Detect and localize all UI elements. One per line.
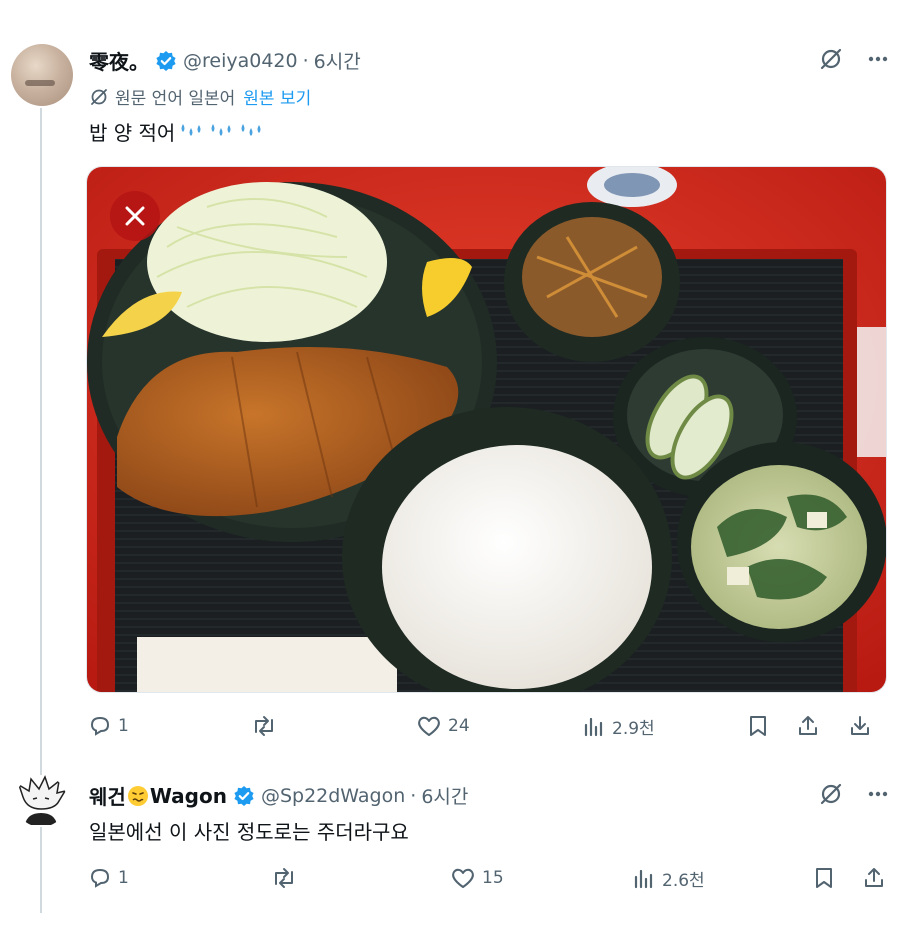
timestamp[interactable]: 6시간	[314, 47, 361, 74]
close-icon	[124, 205, 146, 227]
tweet-top-actions	[818, 46, 890, 72]
view-count: 2.9천	[612, 719, 655, 739]
views-button[interactable]: 2.9천	[582, 714, 655, 739]
grok-icon[interactable]	[818, 781, 844, 807]
translate-icon	[89, 87, 109, 107]
reply-count: 1	[118, 716, 129, 736]
translation-notice: 원문 언어 일본어 원본 보기	[89, 84, 311, 109]
tweet-top-actions	[818, 781, 890, 807]
tweet-body: 일본에선 이 사진 정도로는 주더라구요	[89, 820, 409, 844]
confounded-face-emoji-icon	[127, 785, 149, 807]
bookmark-icon	[812, 866, 836, 890]
tweet-text: 밥 양 적어	[89, 117, 267, 146]
handle[interactable]: @reiya0420	[183, 50, 298, 72]
share-icon	[796, 714, 820, 738]
verified-badge-icon	[155, 50, 177, 72]
like-button[interactable]: 15	[450, 866, 504, 890]
retweet-icon	[250, 714, 278, 738]
close-media-button[interactable]	[110, 191, 160, 241]
share-icon	[862, 866, 886, 890]
display-name-suffix[interactable]: Wagon	[150, 784, 227, 808]
views-button[interactable]: 2.6천	[632, 866, 705, 891]
more-options-icon[interactable]	[866, 782, 890, 806]
display-name-prefix[interactable]: 웨건	[89, 781, 126, 810]
bookmark-button[interactable]	[746, 714, 770, 738]
reply-count: 1	[118, 868, 129, 888]
tweet-media-photo[interactable]	[86, 166, 887, 693]
reply-icon	[88, 714, 112, 738]
share-button[interactable]	[796, 714, 820, 738]
retweet-icon	[270, 866, 298, 890]
analytics-icon	[632, 867, 656, 891]
tweet-header: 웨건 Wagon @Sp22dWagon · 6시간	[89, 781, 468, 810]
reply-button[interactable]: 1	[88, 714, 129, 738]
like-button[interactable]: 24	[416, 714, 470, 738]
separator: ·	[302, 49, 309, 72]
more-options-icon[interactable]	[866, 47, 890, 71]
avatar[interactable]	[15, 775, 67, 827]
heart-icon	[450, 866, 476, 890]
reply-button[interactable]: 1	[88, 866, 129, 890]
bookmark-icon	[746, 714, 770, 738]
view-count: 2.6천	[662, 871, 705, 891]
download-button[interactable]	[848, 714, 872, 738]
verified-badge-icon	[233, 785, 255, 807]
analytics-icon	[582, 715, 606, 739]
like-count: 15	[482, 868, 504, 888]
display-name[interactable]: 零夜。	[89, 46, 149, 75]
retweet-button[interactable]	[250, 714, 284, 738]
share-button[interactable]	[862, 866, 886, 890]
translation-source-label: 원문 언어 일본어	[115, 89, 236, 109]
tweet-body: 밥 양 적어	[89, 121, 176, 145]
separator: ·	[410, 784, 417, 807]
like-count: 24	[448, 716, 470, 736]
avatar[interactable]	[11, 44, 73, 106]
timestamp[interactable]: 6시간	[421, 782, 468, 809]
retweet-button[interactable]	[270, 866, 304, 890]
tweet-header: 零夜。 @reiya0420 · 6시간	[89, 46, 361, 75]
sweat-drops-icon	[177, 120, 267, 144]
handle[interactable]: @Sp22dWagon	[261, 785, 405, 807]
reply-icon	[88, 866, 112, 890]
bookmark-button[interactable]	[812, 866, 836, 890]
show-original-link[interactable]: 원본 보기	[243, 84, 311, 109]
heart-icon	[416, 714, 442, 738]
download-icon	[848, 714, 872, 738]
grok-icon[interactable]	[818, 46, 844, 72]
